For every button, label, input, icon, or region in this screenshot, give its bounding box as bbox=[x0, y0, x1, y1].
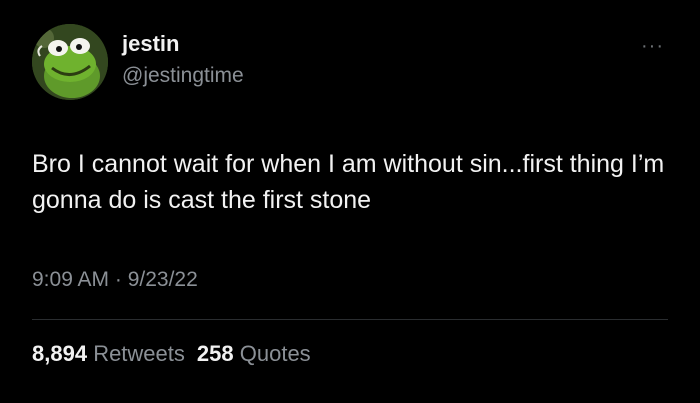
display-name[interactable]: jestin bbox=[122, 30, 244, 58]
engagement-stats: 8,894 Retweets 258 Quotes bbox=[32, 340, 311, 368]
quotes-stat[interactable]: 258 Quotes bbox=[197, 341, 311, 366]
avatar[interactable] bbox=[32, 24, 108, 100]
retweets-stat[interactable]: 8,894 Retweets bbox=[32, 341, 185, 366]
author-block: jestin @jestingtime bbox=[122, 30, 244, 90]
user-handle[interactable]: @jestingtime bbox=[122, 62, 244, 90]
quotes-count: 258 bbox=[196, 341, 234, 366]
quotes-label: Quotes bbox=[239, 341, 311, 366]
retweets-label: Retweets bbox=[93, 341, 185, 366]
tweet-card: jestin @jestingtime ··· Bro I cannot wai… bbox=[0, 0, 700, 403]
tweet-timestamp[interactable]: 9:09 AM · 9/23/22 bbox=[32, 266, 198, 294]
divider bbox=[32, 319, 668, 320]
kermit-avatar-icon bbox=[32, 24, 108, 100]
more-options-icon[interactable]: ··· bbox=[641, 36, 664, 56]
tweet-text: Bro I cannot wait for when I am without … bbox=[32, 150, 665, 214]
retweets-count: 8,894 bbox=[32, 341, 88, 366]
